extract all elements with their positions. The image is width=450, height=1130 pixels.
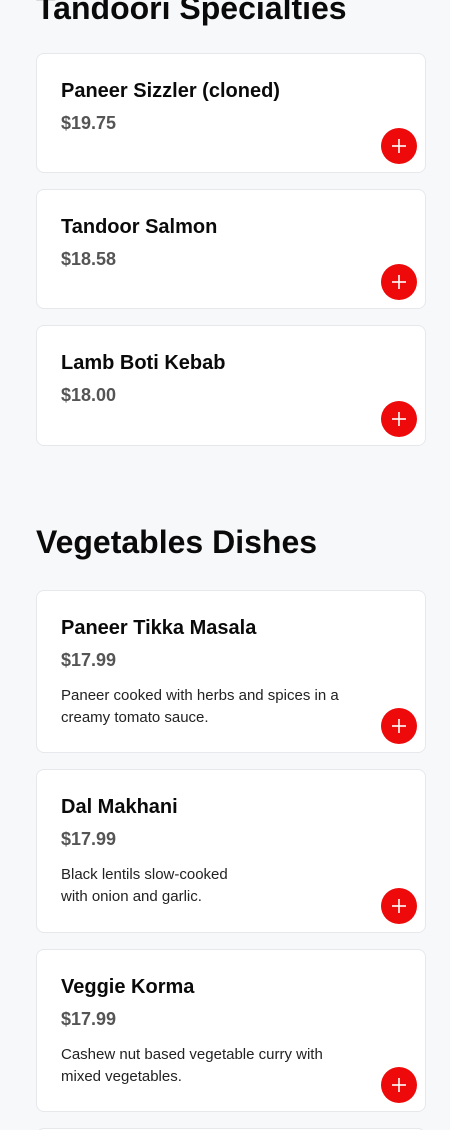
menu-item-name: Paneer Sizzler (cloned) xyxy=(61,80,280,102)
add-to-cart-button[interactable] xyxy=(381,888,417,924)
menu-item-description: Black lentils slow-cooked with onion and… xyxy=(61,866,228,905)
plus-icon xyxy=(392,275,406,289)
menu-item-price: $18.00 xyxy=(61,385,117,405)
menu-item-card[interactable]: Lamb Boti Kebab $18.00 xyxy=(36,325,426,446)
menu-item-name: Lamb Boti Kebab xyxy=(61,352,226,374)
plus-icon xyxy=(392,719,406,733)
add-to-cart-button[interactable] xyxy=(381,128,417,164)
add-to-cart-button[interactable] xyxy=(381,1067,417,1103)
menu-item-price: $19.75 xyxy=(61,113,117,133)
menu-item-name: Dal Makhani xyxy=(61,796,178,818)
menu-item-name: Paneer Tikka Masala xyxy=(61,617,257,639)
menu-item-name: Veggie Korma xyxy=(61,976,195,998)
add-to-cart-button[interactable] xyxy=(381,401,417,437)
plus-icon xyxy=(392,412,406,426)
menu-item-card[interactable]: Tandoor Salmon $18.58 xyxy=(36,189,426,309)
menu-item-card[interactable]: Veggie Korma $17.99 Cashew nut based veg… xyxy=(36,949,426,1112)
section-title-tandoori-specialties: Tandoori Specialties xyxy=(36,0,347,26)
menu-page: Tandoori Specialties Paneer Sizzler (clo… xyxy=(0,0,450,1130)
section-title-vegetables-dishes: Vegetables Dishes xyxy=(36,524,318,560)
menu-item-card[interactable]: Paneer Tikka Masala $17.99 Paneer cooked… xyxy=(36,590,426,753)
menu-item-card[interactable]: Dal Makhani $17.99 Black lentils slow-co… xyxy=(36,769,426,933)
add-to-cart-button[interactable] xyxy=(381,708,417,744)
plus-icon xyxy=(392,899,406,913)
menu-item-name: Tandoor Salmon xyxy=(61,216,218,238)
menu-item-description: Cashew nut based vegetable curry with mi… xyxy=(61,1046,323,1085)
plus-icon xyxy=(392,1078,406,1092)
menu-item-price: $17.99 xyxy=(61,829,117,849)
menu-item-price: $17.99 xyxy=(61,650,117,670)
menu-item-description: Paneer cooked with herbs and spices in a… xyxy=(61,687,339,726)
menu-item-card[interactable]: Paneer Sizzler (cloned) $19.75 xyxy=(36,53,426,173)
plus-icon xyxy=(392,139,406,153)
add-to-cart-button[interactable] xyxy=(381,264,417,300)
menu-item-price: $17.99 xyxy=(61,1009,117,1029)
menu-item-price: $18.58 xyxy=(61,249,117,269)
